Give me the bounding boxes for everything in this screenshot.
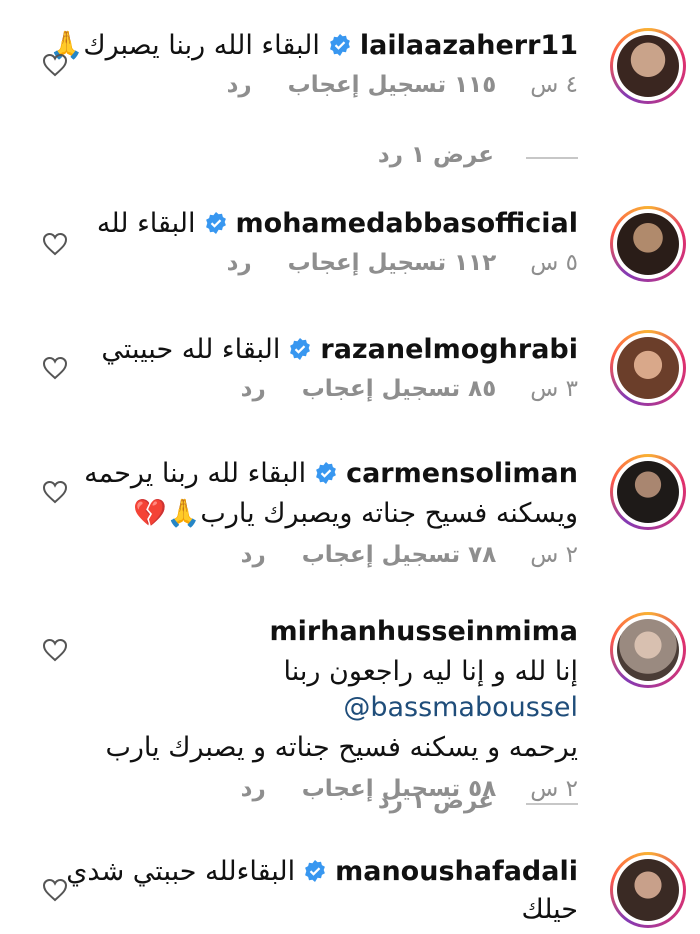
comment-text: البقاء لله ربنا يرحمه	[84, 458, 307, 489]
mention-link[interactable]: @bassmaboussel	[343, 692, 578, 723]
comment-time: ٢ س	[530, 542, 578, 568]
likes-count[interactable]: ١١٥ تسجيل إعجاب	[288, 72, 497, 98]
avatar[interactable]	[610, 28, 686, 104]
comment-text-line2: ويسكنه فسيح جناته ويصبرك يارب🙏💔	[133, 498, 578, 529]
avatar[interactable]	[610, 852, 686, 928]
verified-badge-icon	[290, 338, 311, 360]
comment-text-line2: يرحمه و يسكنه فسيح جناته و يصبرك يارب	[105, 732, 578, 763]
verified-badge-icon	[316, 462, 336, 484]
comment-text: البقاء الله ربنا يصبرك🙏	[49, 30, 320, 61]
username[interactable]: carmensoliman	[346, 456, 578, 492]
reply-button[interactable]: رد	[227, 250, 252, 276]
heart-icon[interactable]	[42, 232, 68, 256]
comment-text: إنا لله و إنا ليه راجعون ربنا	[283, 656, 578, 687]
verified-badge-icon	[329, 34, 350, 56]
reply-button[interactable]: رد	[241, 376, 266, 402]
heart-icon[interactable]	[42, 638, 68, 662]
comment-text: البقاء لله	[96, 208, 196, 239]
avatar[interactable]	[610, 454, 686, 530]
comment-text: البقاءلله حببتي شدي	[66, 856, 296, 887]
username[interactable]: razanelmoghrabi	[320, 332, 578, 368]
username[interactable]: mohamedabbasofficial	[236, 206, 578, 242]
view-replies-label[interactable]: عرض ١ رد	[378, 142, 494, 168]
verified-badge-icon	[205, 212, 226, 234]
reply-button[interactable]: رد	[241, 542, 266, 568]
comment-time: ٥ س	[530, 250, 578, 276]
replies-divider	[526, 803, 578, 805]
heart-icon[interactable]	[42, 356, 68, 380]
heart-icon[interactable]	[42, 480, 68, 504]
view-replies[interactable]: عرض ١ رد	[0, 142, 700, 172]
view-replies[interactable]: عرض ١ رد	[0, 788, 700, 818]
comment-time: ٣ س	[530, 376, 578, 402]
verified-badge-icon	[305, 860, 326, 882]
avatar[interactable]	[610, 330, 686, 406]
comment-text: البقاء لله حبيبتي	[101, 334, 281, 365]
comment-text-line2: حيلك	[521, 894, 578, 925]
heart-icon[interactable]	[42, 53, 68, 77]
username[interactable]: lailaazaherr11	[360, 28, 578, 64]
heart-icon[interactable]	[42, 878, 68, 902]
likes-count[interactable]: ٨٥ تسجيل إعجاب	[302, 376, 497, 402]
comment-time: ٤ س	[530, 72, 578, 98]
view-replies-label[interactable]: عرض ١ رد	[378, 788, 494, 814]
reply-button[interactable]: رد	[227, 72, 252, 98]
likes-count[interactable]: ١١٢ تسجيل إعجاب	[288, 250, 497, 276]
username[interactable]: mirhanhusseinmima	[270, 614, 578, 650]
likes-count[interactable]: ٧٨ تسجيل إعجاب	[302, 542, 497, 568]
replies-divider	[526, 157, 578, 159]
avatar[interactable]	[610, 612, 686, 688]
avatar[interactable]	[610, 206, 686, 282]
username[interactable]: manoushafadali	[335, 854, 578, 890]
